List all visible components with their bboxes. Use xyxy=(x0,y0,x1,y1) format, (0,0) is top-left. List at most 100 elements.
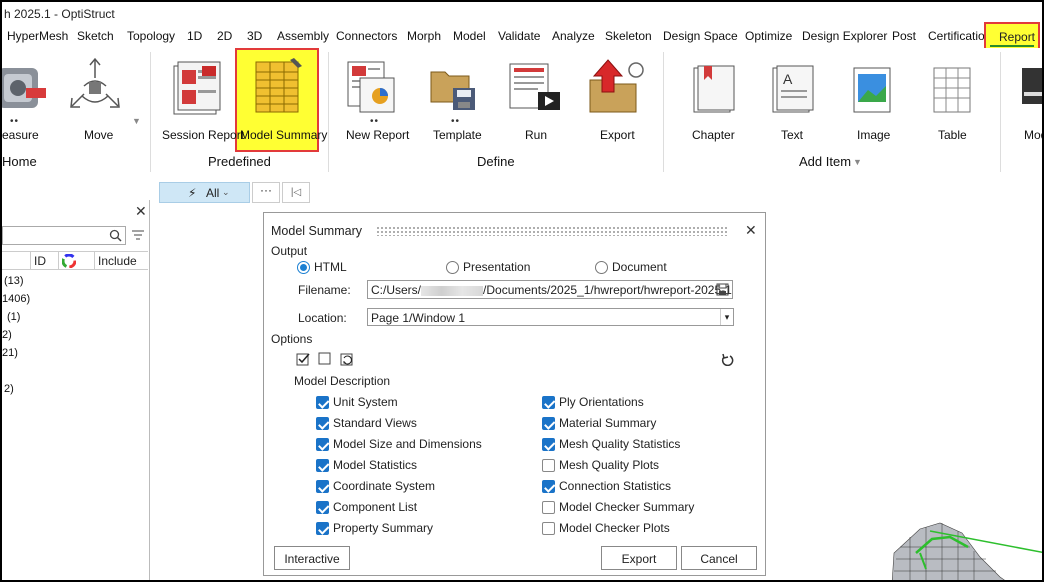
mod-tool[interactable] xyxy=(1020,64,1042,116)
radio-presentation[interactable] xyxy=(446,261,459,274)
browser-row[interactable]: 1406) xyxy=(2,293,30,305)
table-tool[interactable] xyxy=(930,64,976,116)
model-checker-summary-checkbox[interactable] xyxy=(542,501,555,514)
menu-topology[interactable]: Topology xyxy=(127,29,175,43)
session-report-icon xyxy=(173,61,221,115)
chevron-down-icon: ⌄ xyxy=(222,187,230,197)
chapter-tool[interactable] xyxy=(690,64,736,116)
menu-design-space[interactable]: Design Space xyxy=(663,29,738,43)
menu-validate[interactable]: Validate xyxy=(498,29,540,43)
measure-tool[interactable] xyxy=(2,58,50,118)
connection-statistics-checkbox[interactable] xyxy=(542,480,555,493)
close-icon[interactable]: ✕ xyxy=(745,222,757,239)
menu-certification[interactable]: Certification xyxy=(928,29,991,43)
close-icon[interactable]: ✕ xyxy=(135,203,147,220)
model-size-checkbox[interactable] xyxy=(316,438,329,451)
standard-views-checkbox[interactable] xyxy=(316,417,329,430)
filename-field[interactable]: C:/Users/ /Documents/2025_1/hwreport/hwre… xyxy=(367,280,733,299)
menu-assembly[interactable]: Assembly xyxy=(277,29,329,43)
run-label: Run xyxy=(525,128,548,142)
browser-row[interactable]: 21) xyxy=(2,347,18,359)
color-wheel-icon[interactable] xyxy=(62,254,76,268)
material-summary-checkbox[interactable] xyxy=(542,417,555,430)
drag-handle[interactable] xyxy=(376,226,728,236)
image-tool[interactable] xyxy=(850,64,896,116)
mesh-quality-plots-label: Mesh Quality Plots xyxy=(559,458,660,472)
template-dots: •• xyxy=(451,116,461,127)
column-id[interactable]: ID xyxy=(34,254,46,268)
menu-connectors[interactable]: Connectors xyxy=(336,29,397,43)
menu-morph[interactable]: Morph xyxy=(407,29,441,43)
radio-html[interactable] xyxy=(297,261,310,274)
template-tool[interactable] xyxy=(429,62,481,114)
text-tool[interactable]: A xyxy=(769,64,815,116)
move-tool[interactable] xyxy=(62,56,128,118)
filter-icon[interactable] xyxy=(131,228,145,242)
menu-bar: HyperMesh Sketch Topology 1D 2D 3D Assem… xyxy=(2,26,1042,48)
add-item-expand-icon[interactable]: ▼ xyxy=(853,157,862,167)
interactive-button[interactable]: Interactive xyxy=(274,546,350,570)
table-icon xyxy=(933,67,971,113)
browser-row[interactable]: 2) xyxy=(4,383,14,395)
property-summary-checkbox[interactable] xyxy=(316,522,329,535)
coordinate-system-checkbox[interactable] xyxy=(316,480,329,493)
cancel-button[interactable]: Cancel xyxy=(681,546,757,570)
export-button[interactable]: Export xyxy=(601,546,677,570)
reset-icon[interactable] xyxy=(720,352,734,366)
menu-optimize[interactable]: Optimize xyxy=(745,29,792,43)
move-icon xyxy=(70,57,120,108)
model-statistics-label: Model Statistics xyxy=(333,458,418,472)
move-expand-icon[interactable]: ▼ xyxy=(132,116,141,126)
column-separator xyxy=(58,252,59,270)
invert-selection-icon[interactable] xyxy=(340,352,354,366)
measure-label: easure xyxy=(2,128,39,142)
ply-orientations-checkbox[interactable] xyxy=(542,396,555,409)
menu-analyze[interactable]: Analyze xyxy=(552,29,595,43)
filter-all-dropdown[interactable]: ⚡ All ⌄ xyxy=(159,182,250,203)
standard-views-label: Standard Views xyxy=(333,416,417,430)
save-icon[interactable] xyxy=(716,283,729,296)
ribbon: •• easure Move ▼ Session Report Model Su… xyxy=(2,48,1042,178)
model-summary-tool[interactable] xyxy=(250,56,306,116)
browser-row[interactable]: 2) xyxy=(2,329,12,341)
menu-model[interactable]: Model xyxy=(453,29,486,43)
location-select[interactable]: Page 1/Window 1 ▾ xyxy=(367,308,734,326)
unit-system-checkbox[interactable] xyxy=(316,396,329,409)
session-report-tool[interactable] xyxy=(168,60,226,118)
browser-row[interactable]: (1) xyxy=(7,311,20,323)
model-size-label: Model Size and Dimensions xyxy=(333,437,482,451)
menu-post[interactable]: Post xyxy=(892,29,916,43)
chapter-label: Chapter xyxy=(692,128,735,142)
export-tool[interactable] xyxy=(586,56,648,116)
text-icon: A xyxy=(772,65,814,113)
menu-1d[interactable]: 1D xyxy=(187,29,202,43)
new-report-icon xyxy=(347,61,395,113)
radio-html-label: HTML xyxy=(314,260,347,274)
first-page-icon[interactable]: |◁ xyxy=(282,182,310,203)
model-checker-plots-checkbox[interactable] xyxy=(542,522,555,535)
session-report-label: Session Report xyxy=(162,128,245,142)
menu-2d[interactable]: 2D xyxy=(217,29,232,43)
search-input[interactable] xyxy=(2,226,126,245)
model-statistics-checkbox[interactable] xyxy=(316,459,329,472)
group-separator xyxy=(150,52,151,172)
deselect-all-icon[interactable] xyxy=(318,352,332,366)
run-tool[interactable] xyxy=(508,62,562,116)
menu-hypermesh[interactable]: HyperMesh xyxy=(7,29,68,43)
new-report-tool[interactable] xyxy=(346,60,398,114)
radio-document[interactable] xyxy=(595,261,608,274)
browser-row[interactable]: (13) xyxy=(4,275,24,287)
active-tab-underline xyxy=(990,45,1034,47)
filter-more-button[interactable]: ··· xyxy=(252,182,280,203)
column-include[interactable]: Include xyxy=(98,254,137,268)
select-all-icon[interactable] xyxy=(296,352,310,366)
mod-icon xyxy=(1022,68,1042,104)
menu-skeleton[interactable]: Skeleton xyxy=(605,29,652,43)
menu-3d[interactable]: 3D xyxy=(247,29,262,43)
component-list-checkbox[interactable] xyxy=(316,501,329,514)
menu-design-explorer[interactable]: Design Explorer xyxy=(802,29,887,43)
mesh-quality-plots-checkbox[interactable] xyxy=(542,459,555,472)
menu-sketch[interactable]: Sketch xyxy=(77,29,114,43)
group-separator xyxy=(1000,52,1001,172)
mesh-quality-statistics-checkbox[interactable] xyxy=(542,438,555,451)
